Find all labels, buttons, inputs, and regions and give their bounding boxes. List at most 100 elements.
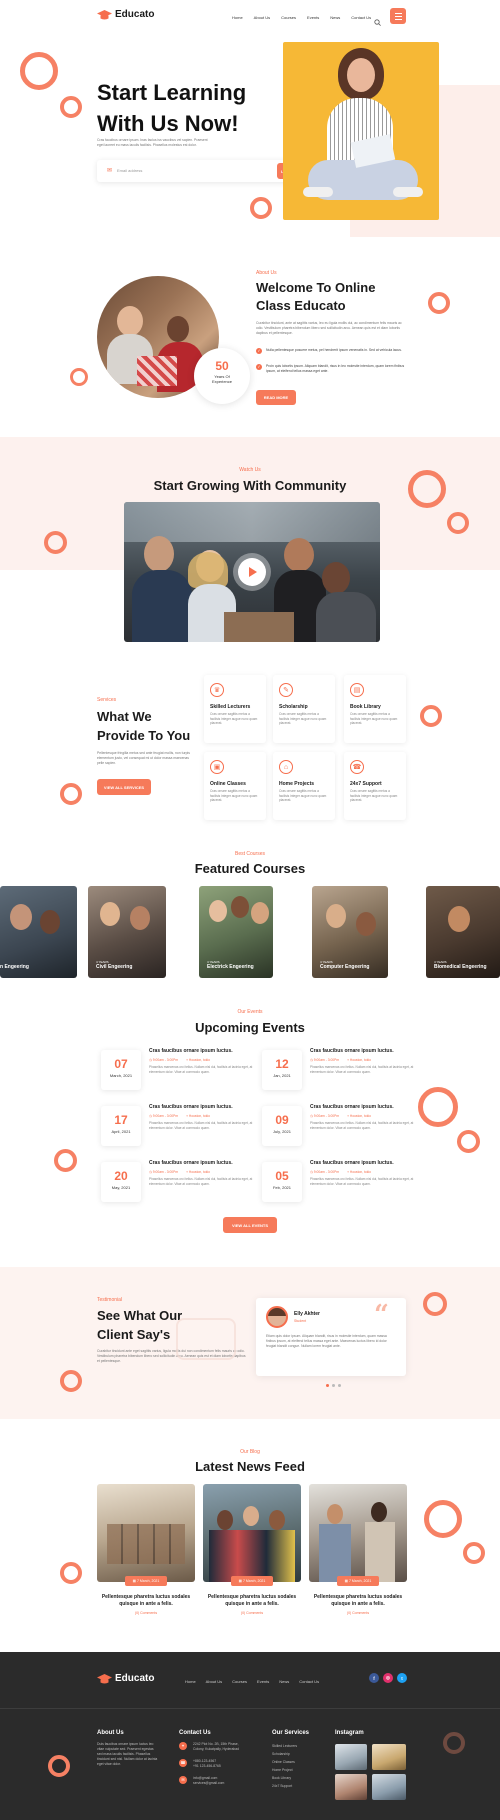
service-card[interactable]: ✎ Scholarship Cras ornare sagittis metus…	[273, 675, 335, 743]
event-item[interactable]: 07 March, 2021 Cras faucibus ornare ipsum…	[101, 1048, 256, 1094]
events-kicker: Our Events	[237, 1009, 263, 1015]
service-card[interactable]: ⌂ Home Projects Cras ornare sagittis met…	[273, 752, 335, 820]
course-card[interactable]: 4 YEARS Computer Engeering	[312, 886, 388, 978]
blog-title[interactable]: Pellentesque pharetra luctus sodales quis…	[97, 1594, 195, 1608]
brand-logo[interactable]: Educato	[97, 8, 154, 20]
blog-comments[interactable]: (0) Comments	[309, 1611, 407, 1615]
twitter-icon[interactable]: t	[397, 1673, 407, 1683]
instagram-thumb[interactable]	[335, 1774, 367, 1800]
menu-icon[interactable]	[390, 8, 406, 24]
decor-ring	[428, 292, 450, 314]
location-icon: ⌖ Houston, tokio	[347, 1170, 371, 1174]
service-title: 24x7 Support	[350, 781, 382, 787]
email-icon: ✉	[107, 168, 113, 174]
event-title[interactable]: Cras faucibus ornare ipsum luctus.	[149, 1104, 233, 1110]
course-card[interactable]: n Engeering	[0, 886, 77, 978]
course-card[interactable]: 4 YEARS Biomedical Engeering	[426, 886, 500, 978]
decor-ring	[20, 52, 58, 90]
event-title[interactable]: Cras faucibus ornare ipsum luctus.	[149, 1160, 233, 1166]
online-classes-icon: ▣	[210, 760, 224, 774]
event-text: Phasellus maecenas orci tellus. Nullam n…	[149, 1065, 253, 1074]
nav-item-news[interactable]: News	[330, 15, 340, 20]
view-all-services-button[interactable]: View All Services	[97, 779, 151, 795]
course-card[interactable]: 4 YEARS Civil Engeering	[88, 886, 166, 978]
footer-nav-events[interactable]: Events	[257, 1679, 269, 1684]
event-item[interactable]: 12 Jan, 2021 Cras faucibus ornare ipsum l…	[262, 1048, 417, 1094]
decor-ring	[250, 197, 272, 219]
footer-service-link[interactable]: Scholarship	[272, 1750, 297, 1758]
phone-icon: ☎	[179, 1759, 187, 1767]
play-button[interactable]	[238, 558, 266, 586]
footer-nav-home[interactable]: Home	[185, 1679, 196, 1684]
blog-card[interactable]: ▦ 7 March, 2021 Pellentesque pharetra lu…	[309, 1484, 407, 1615]
instagram-thumb[interactable]	[372, 1744, 406, 1770]
instagram-thumb[interactable]	[335, 1744, 367, 1770]
event-item[interactable]: 20 May, 2021 Cras faucibus ornare ipsum l…	[101, 1160, 256, 1206]
blog-title[interactable]: Pellentesque pharetra luctus sodales quis…	[309, 1594, 407, 1608]
service-card[interactable]: ▣ Online Classes Cras ornare sagittis me…	[204, 752, 266, 820]
blog-card[interactable]: ▦ 7 March, 2021 Pellentesque pharetra lu…	[203, 1484, 301, 1615]
nav-item-courses[interactable]: Courses	[281, 15, 296, 20]
event-text: Phasellus maecenas orci tellus. Nullam n…	[149, 1177, 253, 1186]
footer-nav: Home About Us Courses Events News Contac…	[185, 1679, 319, 1684]
course-card[interactable]: 4 YEARS Electrick Engeering	[199, 886, 273, 978]
event-meta: ◷ 9:00am - 3:00Pm ⌖ Houston, tokio	[310, 1114, 371, 1118]
read-more-button[interactable]: Read More	[256, 390, 296, 405]
event-item[interactable]: 09 July, 2021 Cras faucibus ornare ipsum …	[262, 1104, 417, 1150]
carousel-dots[interactable]	[326, 1384, 341, 1387]
site-footer	[0, 1652, 500, 1820]
footer-nav-courses[interactable]: Courses	[232, 1679, 247, 1684]
blog-photo	[97, 1484, 195, 1582]
event-title[interactable]: Cras faucibus ornare ipsum luctus.	[310, 1160, 394, 1166]
footer-nav-about[interactable]: About Us	[206, 1679, 222, 1684]
service-card[interactable]: ♛ Skilled Lecturers Cras ornare sagittis…	[204, 675, 266, 743]
view-all-events-button[interactable]: View All Events	[223, 1217, 277, 1233]
event-meta: ◷ 9:00am - 3:00Pm ⌖ Houston, tokio	[149, 1170, 210, 1174]
footer-service-link[interactable]: 24x7 Support	[272, 1782, 297, 1790]
blog-comments[interactable]: (0) Comments	[97, 1611, 195, 1615]
decor-ring	[60, 1562, 82, 1584]
footer-service-link[interactable]: Home Project	[272, 1766, 297, 1774]
footer-service-link[interactable]: Online Classes	[272, 1758, 297, 1766]
email-field[interactable]: Email address	[117, 168, 142, 173]
footer-service-link[interactable]: Skilled Lecturers	[272, 1742, 297, 1750]
event-title[interactable]: Cras faucibus ornare ipsum luctus.	[310, 1048, 394, 1054]
nav-item-contact[interactable]: Contact Us	[351, 15, 371, 20]
graduation-cap-icon	[97, 8, 112, 20]
footer-logo[interactable]: Educato	[97, 1672, 154, 1684]
service-title: Skilled Lecturers	[210, 704, 251, 710]
facebook-icon[interactable]: f	[369, 1673, 379, 1683]
scholarship-icon: ✎	[279, 683, 293, 697]
event-meta: ◷ 9:00am - 3:00Pm ⌖ Houston, tokio	[149, 1114, 210, 1118]
search-icon[interactable]	[374, 13, 381, 26]
nav-item-about[interactable]: About Us	[254, 15, 270, 20]
blog-comments[interactable]: (0) Comments	[203, 1611, 301, 1615]
event-title[interactable]: Cras faucibus ornare ipsum luctus.	[149, 1048, 233, 1054]
footer-nav-contact[interactable]: Contact Us	[299, 1679, 319, 1684]
instagram-thumb[interactable]	[372, 1774, 406, 1800]
instagram-icon[interactable]: ◎	[383, 1673, 393, 1683]
event-meta: ◷ 9:00am - 3:00Pm ⌖ Houston, tokio	[310, 1058, 371, 1062]
blog-card[interactable]: ▦ 7 March, 2021 Pellentesque pharetra lu…	[97, 1484, 195, 1615]
brand-name: Educato	[115, 8, 155, 20]
graduation-cap-icon	[97, 1672, 112, 1684]
footer-service-link[interactable]: Book Library	[272, 1774, 297, 1782]
experience-badge: 50 Years Of Experience	[194, 348, 250, 404]
blog-date: ▦ 7 March, 2021	[125, 1576, 167, 1586]
service-card[interactable]: ▤ Book Library Cras ornare sagittis metu…	[344, 675, 406, 743]
hero-title: Start Learning With Us Now!	[97, 80, 247, 136]
blog-kicker: Our Blog	[240, 1449, 260, 1455]
blog-title[interactable]: Pellentesque pharetra luctus sodales quis…	[203, 1594, 301, 1608]
decor-ring	[424, 1500, 462, 1538]
community-video[interactable]	[124, 502, 380, 642]
service-card[interactable]: ☎ 24x7 Support Cras ornare sagittis metu…	[344, 752, 406, 820]
event-item[interactable]: 05 Feb, 2021 Cras faucibus ornare ipsum l…	[262, 1160, 417, 1206]
footer-email: ✉ info@gmail.com services@gmail.com	[179, 1776, 224, 1786]
location-icon: ⌖ Houston, tokio	[186, 1114, 210, 1118]
nav-item-events[interactable]: Events	[307, 15, 319, 20]
footer-nav-news[interactable]: News	[279, 1679, 289, 1684]
nav-item-home[interactable]: Home	[232, 15, 243, 20]
decor-ring	[48, 1755, 70, 1777]
event-title[interactable]: Cras faucibus ornare ipsum luctus.	[310, 1104, 394, 1110]
event-item[interactable]: 17 April, 2021 Cras faucibus ornare ipsum…	[101, 1104, 256, 1150]
